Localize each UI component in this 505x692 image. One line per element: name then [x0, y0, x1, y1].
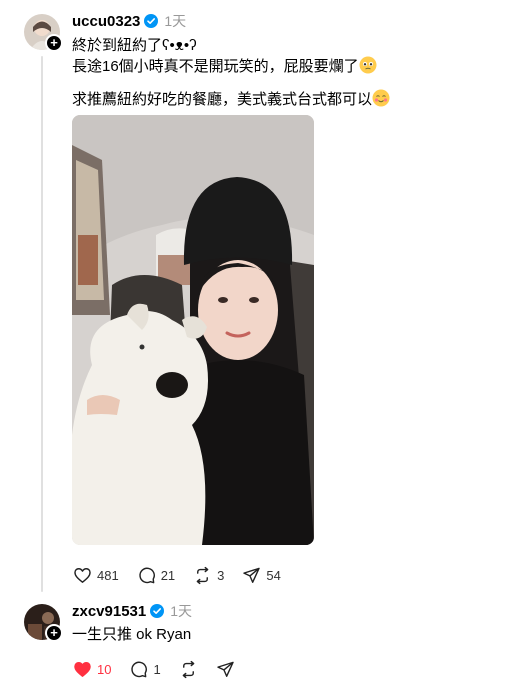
- post-actions: 481 21 3 54: [73, 564, 299, 586]
- verified-badge-icon: [150, 604, 165, 618]
- repost-button[interactable]: 3: [193, 566, 224, 585]
- send-icon: [243, 567, 261, 583]
- reply-repost-button[interactable]: [179, 660, 198, 679]
- like-count: 481: [97, 567, 119, 583]
- repost-icon: [196, 566, 209, 584]
- reply-follow-plus-icon[interactable]: +: [45, 624, 63, 642]
- reply-text: 一生只推 ok Ryan: [72, 626, 192, 643]
- reply-share-button[interactable]: [216, 660, 235, 679]
- post-time: 1天: [164, 13, 187, 29]
- follow-plus-icon[interactable]: +: [45, 34, 63, 52]
- comment-count: 21: [160, 567, 176, 583]
- reply-actions: 10 1: [73, 658, 253, 680]
- heart-icon: [74, 567, 91, 583]
- like-button[interactable]: 481: [73, 566, 119, 585]
- post-header: uccu0323 1天: [72, 11, 186, 31]
- reply-like-count: 10: [97, 661, 112, 677]
- post-text-line-3: 求推薦紐約好吃的餐廳，美式義式台式都可以: [72, 89, 390, 110]
- selfie-with-plush-dog-image: [72, 115, 314, 545]
- repost-count: 3: [217, 567, 225, 583]
- post-text-line-1: 終於到紐約了ʕ•ᴥ•ʔ: [72, 37, 197, 54]
- post-text-line-2: 長途16個小時真不是開玩笑的，屁股要爛了: [72, 56, 377, 77]
- pleading-face-emoji-icon: [359, 56, 377, 74]
- share-button[interactable]: 54: [242, 566, 281, 585]
- comment-bubble-icon: [139, 567, 155, 583]
- hugging-face-emoji-icon: [372, 89, 390, 107]
- repost-icon: [182, 660, 195, 678]
- heart-filled-icon: [74, 661, 91, 677]
- reply-header: zxcv91531 1天: [72, 601, 192, 621]
- send-icon: [216, 661, 234, 677]
- thread-line: [41, 56, 43, 592]
- reply-like-button[interactable]: 10: [73, 660, 111, 679]
- username[interactable]: uccu0323: [72, 13, 140, 30]
- reply-time: 1天: [170, 603, 193, 619]
- comment-button[interactable]: 21: [137, 566, 175, 585]
- verified-badge-icon: [144, 14, 159, 28]
- post-photo[interactable]: [72, 115, 314, 545]
- reply-comment-button[interactable]: 1: [129, 660, 161, 679]
- reply-comment-count: 1: [153, 661, 161, 677]
- comment-bubble-icon: [131, 661, 148, 677]
- share-count: 54: [266, 567, 281, 583]
- reply-username[interactable]: zxcv91531: [72, 603, 146, 620]
